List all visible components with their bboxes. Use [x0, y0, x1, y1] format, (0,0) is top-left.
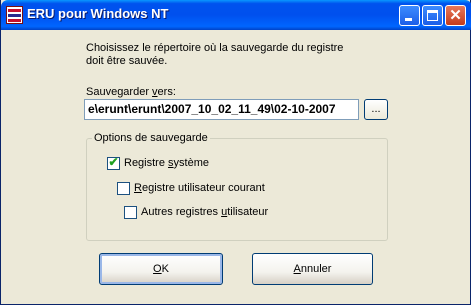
intro-text: Choisissez le répertoire où la sauvegard…	[86, 42, 386, 68]
ok-label: K	[161, 263, 169, 275]
cancel-label: nnuler	[300, 263, 332, 275]
label-part: tilisateur	[227, 206, 269, 218]
save-to-label-pre: Sauvegarder	[86, 86, 153, 98]
maximize-icon	[427, 10, 438, 21]
label-part: Autres registres	[141, 206, 222, 218]
current-user-registry-label[interactable]: Registre utilisateur courant	[134, 182, 265, 195]
cancel-button[interactable]: Annuler	[252, 253, 373, 285]
save-to-label-post: ers:	[157, 86, 176, 98]
browse-button[interactable]: ...	[364, 99, 388, 120]
label-accel: R	[134, 182, 142, 194]
other-users-registry-checkbox[interactable]	[124, 206, 137, 219]
dialog-window: ERU pour Windows NT ✕ Choisissez le répe…	[0, 0, 471, 305]
close-icon: ✕	[449, 7, 462, 24]
label-part: ystème	[173, 157, 209, 169]
cancel-accel: A	[293, 263, 301, 275]
checkmark-icon: ✔	[108, 155, 119, 169]
maximize-button[interactable]	[422, 5, 443, 26]
save-path-input[interactable]: e\erunt\erunt\2007_10_02_11_49\02-10-200…	[84, 99, 359, 120]
save-to-label: Sauvegarder vers:	[86, 86, 176, 99]
title-bar[interactable]: ERU pour Windows NT ✕	[1, 0, 471, 30]
options-group-title: Options de sauvegarde	[92, 132, 210, 145]
icon-stripe	[8, 19, 21, 22]
label-part: Registre	[124, 157, 169, 169]
minimize-button[interactable]	[399, 5, 420, 26]
eru-app-icon[interactable]	[6, 6, 23, 24]
other-users-registry-label[interactable]: Autres registres utilisateur	[141, 206, 268, 219]
intro-line-1: Choisissez le répertoire où la sauvegard…	[86, 42, 344, 54]
minimize-icon	[405, 18, 412, 21]
label-part: egistre utilisateur courant	[141, 182, 265, 194]
ok-accel: O	[153, 263, 162, 275]
window-title: ERU pour Windows NT	[27, 6, 169, 21]
intro-line-2: doit être sauvée.	[86, 55, 168, 67]
icon-stripe	[8, 14, 21, 17]
close-button[interactable]: ✕	[445, 5, 466, 26]
system-registry-checkbox[interactable]: ✔	[107, 155, 120, 170]
icon-stripe	[8, 9, 21, 12]
ok-button[interactable]: OK	[99, 253, 223, 285]
system-registry-label[interactable]: Registre système	[124, 157, 209, 170]
current-user-registry-checkbox[interactable]	[117, 182, 130, 195]
